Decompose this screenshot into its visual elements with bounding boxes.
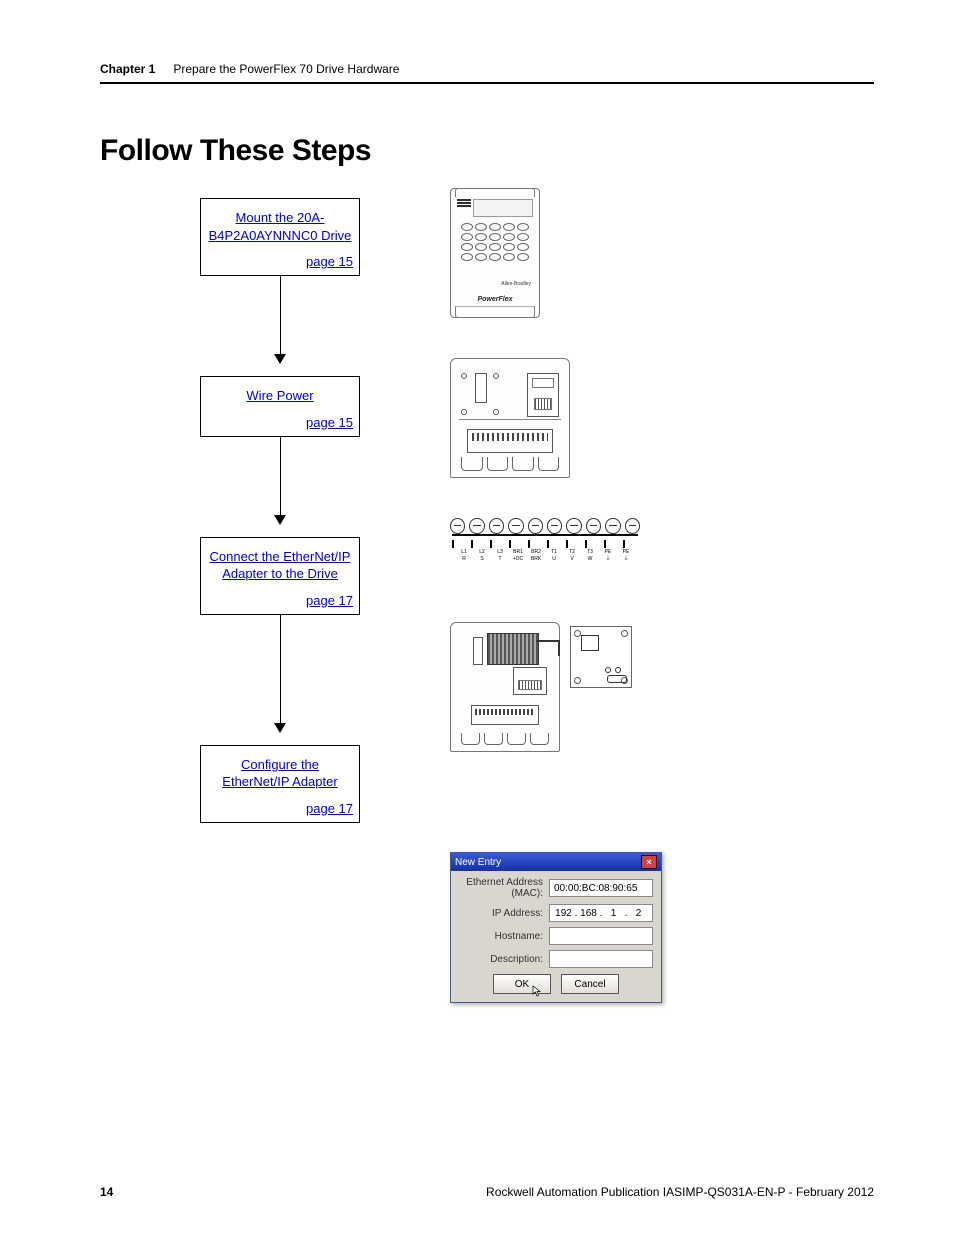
- description-field[interactable]: [549, 950, 653, 968]
- step-link-wire-power[interactable]: Wire Power: [207, 387, 353, 405]
- terminal-label: S: [475, 557, 489, 562]
- page-number: 14: [100, 1185, 113, 1199]
- running-header: Chapter 1 Prepare the PowerFlex 70 Drive…: [100, 62, 874, 84]
- terminal-label: BR1: [511, 550, 525, 555]
- terminal-label: T3: [583, 550, 597, 555]
- terminal-label: BR2: [529, 550, 543, 555]
- illustration-config-dialog: New Entry × Ethernet Address (MAC): 00:0…: [450, 852, 662, 1003]
- step-box-configure-adapter: Configure the EtherNet/IP Adapter page 1…: [200, 745, 360, 823]
- terminal-label: ⏚: [601, 557, 615, 562]
- dialog-title: New Entry: [455, 857, 501, 868]
- step-link-configure-adapter[interactable]: Configure the EtherNet/IP Adapter: [207, 756, 353, 791]
- ethernet-adapter-icon: [570, 626, 632, 688]
- ip-field[interactable]: 192. 168. 1. 2: [549, 904, 653, 922]
- cancel-button[interactable]: Cancel: [561, 974, 619, 994]
- hostname-label: Hostname:: [459, 931, 549, 942]
- terminal-label: T2: [565, 550, 579, 555]
- terminal-label: BRK: [529, 557, 543, 562]
- flow-arrow: [200, 437, 360, 537]
- hostname-field[interactable]: [549, 927, 653, 945]
- step-link-connect-adapter[interactable]: Connect the EtherNet/IP Adapter to the D…: [207, 548, 353, 583]
- page-ref-configure-adapter[interactable]: page 17: [207, 801, 353, 816]
- illustration-wire-power: L1 L2 L3 BR1 BR2 T1 T2 T3 PE PE RST +DC BRK UVW ⏚ ⏚: [450, 358, 670, 562]
- terminal-label: L1: [457, 550, 471, 555]
- section-title: Follow These Steps: [100, 134, 874, 168]
- page-ref-connect-adapter[interactable]: page 17: [207, 593, 353, 608]
- drive-brand-label: Allen-Bradley: [501, 281, 531, 287]
- terminal-label: +DC: [511, 557, 525, 562]
- terminal-strip: L1 L2 L3 BR1 BR2 T1 T2 T3 PE PE RST +DC BRK UVW ⏚ ⏚: [450, 518, 640, 562]
- chapter-title: Prepare the PowerFlex 70 Drive Hardware: [173, 62, 399, 76]
- step-box-mount-drive: Mount the 20A-B4P2A0AYNNNC0 Drive page 1…: [200, 198, 360, 276]
- terminal-label: PE: [619, 550, 633, 555]
- description-label: Description:: [459, 954, 549, 965]
- step-box-connect-adapter: Connect the EtherNet/IP Adapter to the D…: [200, 537, 360, 615]
- page-footer: 14 Rockwell Automation Publication IASIM…: [100, 1185, 874, 1199]
- page-ref-mount-drive[interactable]: page 15: [207, 254, 353, 269]
- illustration-column: Allen-Bradley PowerFlex: [450, 188, 670, 1003]
- page-ref-wire-power[interactable]: page 15: [207, 415, 353, 430]
- terminal-label: ⏚: [619, 557, 633, 562]
- terminal-label: L3: [493, 550, 507, 555]
- chapter-label: Chapter 1: [100, 62, 155, 76]
- dialog-titlebar: New Entry ×: [451, 853, 661, 871]
- terminal-label: T1: [547, 550, 561, 555]
- terminal-label: L2: [475, 550, 489, 555]
- ip-label: IP Address:: [459, 908, 549, 919]
- illustration-drive-front: Allen-Bradley PowerFlex: [450, 188, 540, 318]
- publication-info: Rockwell Automation Publication IASIMP-Q…: [486, 1185, 874, 1199]
- flow-arrow: [200, 615, 360, 745]
- step-link-mount-drive[interactable]: Mount the 20A-B4P2A0AYNNNC0 Drive: [207, 209, 353, 244]
- flow-arrow: [200, 276, 360, 376]
- drive-logo-label: PowerFlex: [451, 296, 539, 303]
- flowchart: Mount the 20A-B4P2A0AYNNNC0 Drive page 1…: [200, 198, 360, 823]
- illustration-connect-adapter: [450, 622, 670, 752]
- terminal-label: PE: [601, 550, 615, 555]
- terminal-label: U: [547, 557, 561, 562]
- terminal-label: R: [457, 557, 471, 562]
- step-box-wire-power: Wire Power page 15: [200, 376, 360, 437]
- cursor-icon: [532, 985, 544, 997]
- ok-button[interactable]: OK: [493, 974, 551, 994]
- terminal-label: V: [565, 557, 579, 562]
- mac-label: Ethernet Address (MAC):: [459, 877, 549, 899]
- terminal-label: W: [583, 557, 597, 562]
- terminal-label: T: [493, 557, 507, 562]
- close-icon[interactable]: ×: [641, 855, 657, 869]
- mac-field[interactable]: 00:00:BC:08:90:65: [549, 879, 653, 897]
